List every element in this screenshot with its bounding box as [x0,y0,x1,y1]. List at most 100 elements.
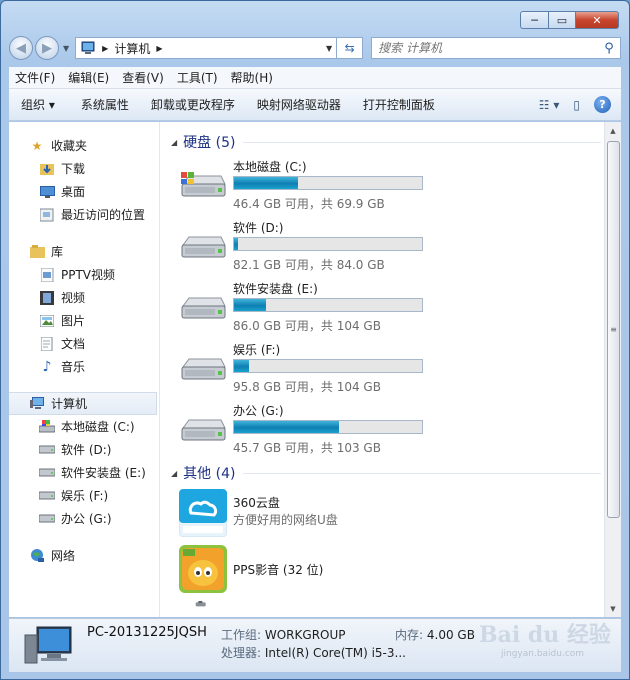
address-bar[interactable]: ▶ 计算机 ▶ ▼ [75,37,338,59]
navigation-pane: ★ 收藏夹 下载 桌面 最近访问的位置 库 PPTV视频 视频 图片 文档 ♪ … [9,122,160,617]
group-title: 硬盘 (5) [183,135,236,151]
file-list: ◢ 硬盘 (5) 本地磁盘 (C:) 46.4 GB 可用，共 69.9 GB 软件… [161,122,604,617]
menu-tools[interactable]: 工具(T) [177,69,218,86]
sidebar-item-downloads[interactable]: 下载 [9,157,159,180]
item-partial-device[interactable] [179,601,439,617]
explorer-window: ─ ▭ ✕ ◀ ▶ ▼ ▶ 计算机 ▶ ▼ ⇆ ⚲ 文件(F) 编辑(E) 查看… [0,0,630,680]
sidebar-item-drive-c[interactable]: 本地磁盘 (C:) [9,415,159,438]
collapse-arrow-icon[interactable]: ◢ [171,138,177,147]
video-icon [39,290,55,305]
sidebar-item-documents[interactable]: 文档 [9,332,159,355]
baidu-jingyan-watermark: Bai du 经验 jingyan.baidu.com [479,613,619,671]
sidebar-label: 图片 [61,314,86,328]
drive-icon [39,442,55,457]
drive-item[interactable]: 软件安装盘 (E:) 86.0 GB 可用，共 104 GB [179,280,439,333]
drive-item[interactable]: 软件 (D:) 82.1 GB 可用，共 84.0 GB [179,219,439,272]
other-group-header[interactable]: ◢ 其他 (4) [171,463,601,483]
item-name: 360云盘 [233,496,280,510]
refresh-button[interactable]: ⇆ [337,37,364,59]
sidebar-item-drive-e[interactable]: 软件安装盘 (E:) [9,461,159,484]
sidebar-label: 网络 [51,549,76,563]
sidebar-item-drive-g[interactable]: 办公 (G:) [9,507,159,530]
sidebar-item-drive-f[interactable]: 娱乐 (F:) [9,484,159,507]
address-dropdown-icon[interactable]: ▼ [326,44,332,53]
system-drive-icon [181,172,226,197]
drive-icon [39,465,55,480]
vertical-scrollbar[interactable]: ▲ ≡ ▼ [604,122,621,617]
sidebar-label: 软件安装盘 (E:) [61,466,146,480]
drive-item[interactable]: 娱乐 (F:) 95.8 GB 可用，共 104 GB [179,341,439,394]
sidebar-item-desktop[interactable]: 桌面 [9,180,159,203]
sidebar-item-pictures[interactable]: 图片 [9,309,159,332]
recent-pages-dropdown[interactable]: ▼ [63,44,69,53]
search-icon[interactable]: ⚲ [598,41,620,56]
drive-icon [181,358,226,380]
drive-usage-bar [233,176,423,190]
drive-name: 软件 (D:) [233,221,284,235]
item-name: PPS影音 (32 位) [233,563,324,577]
map-network-drive-button[interactable]: 映射网络驱动器 [257,96,341,113]
sidebar-item-pptv-video[interactable]: PPTV视频 [9,263,159,286]
menu-help[interactable]: 帮助(H) [231,69,273,86]
sidebar-libraries[interactable]: 库 [9,240,159,263]
camera-device-icon [195,601,206,607]
item-360-cloud-disk[interactable]: 360云盘 方便好用的网络U盘 [179,489,439,539]
maximize-button[interactable]: ▭ [549,11,576,29]
sidebar-label: 音乐 [61,360,86,374]
sidebar-label: 本地磁盘 (C:) [61,420,135,434]
sidebar-item-videos[interactable]: 视频 [9,286,159,309]
content-area: ★ 收藏夹 下载 桌面 最近访问的位置 库 PPTV视频 视频 图片 文档 ♪ … [9,122,621,617]
watermark-url: jingyan.baidu.com [501,649,585,659]
item-pps-player[interactable]: PPS影音 (32 位) [179,545,439,595]
sidebar-favorites[interactable]: ★ 收藏夹 [9,134,159,157]
pptv-folder-icon [39,267,55,282]
drive-name: 办公 (G:) [233,404,284,418]
drive-free-space: 82.1 GB 可用，共 84.0 GB [233,258,385,272]
hard-disks-group-header[interactable]: ◢ 硬盘 (5) [171,132,601,152]
search-input[interactable] [372,41,598,55]
menu-view[interactable]: 查看(V) [122,69,164,86]
group-title: 其他 (4) [183,466,236,482]
organize-button[interactable]: 组织 ▾ [21,96,55,113]
drive-usage-fill [234,238,238,250]
back-button[interactable]: ◀ [9,36,33,60]
drive-item[interactable]: 本地磁盘 (C:) 46.4 GB 可用，共 69.9 GB [179,158,439,211]
close-button[interactable]: ✕ [576,11,619,29]
library-icon [29,244,45,259]
breadcrumb-computer[interactable]: 计算机 [114,40,150,57]
pps-player-icon [179,545,227,593]
breadcrumb-arrow-icon[interactable]: ▶ [102,44,108,53]
navigation-row: ◀ ▶ ▼ ▶ 计算机 ▶ ▼ ⇆ ⚲ [9,35,621,61]
drive-name: 软件安装盘 (E:) [233,282,318,296]
sidebar-label: PPTV视频 [61,268,116,282]
uninstall-program-button[interactable]: 卸载或更改程序 [151,96,235,113]
collapse-arrow-icon[interactable]: ◢ [171,469,177,478]
scroll-up-icon[interactable]: ▲ [605,122,621,139]
sidebar-label: 收藏夹 [51,139,88,153]
breadcrumb-arrow-icon[interactable]: ▶ [156,44,162,53]
drive-icon [39,511,55,526]
preview-pane-icon[interactable]: ▯ [573,98,580,112]
system-properties-button[interactable]: 系统属性 [81,96,129,113]
sidebar-network[interactable]: 网络 [9,544,159,567]
drive-item[interactable]: 办公 (G:) 45.7 GB 可用，共 103 GB [179,402,439,455]
sidebar-item-drive-d[interactable]: 软件 (D:) [9,438,159,461]
forward-arrow-icon: ▶ [42,40,52,56]
sidebar-item-recent-places[interactable]: 最近访问的位置 [9,203,159,226]
sidebar-label: 库 [51,245,64,259]
menu-edit[interactable]: 编辑(E) [68,69,109,86]
help-icon[interactable]: ? [594,96,611,113]
scroll-thumb[interactable]: ≡ [607,141,620,518]
system-drive-icon [39,419,55,434]
minimize-button[interactable]: ─ [520,11,549,29]
sidebar-computer[interactable]: 计算机 [9,392,157,415]
computer-name: PC-20131225JQSH [87,625,207,640]
forward-button[interactable]: ▶ [35,36,59,60]
drive-usage-bar [233,359,423,373]
sidebar-label: 文档 [61,337,86,351]
menu-file[interactable]: 文件(F) [15,69,55,86]
view-options-icon[interactable]: ☷ ▾ [539,98,560,112]
search-box[interactable]: ⚲ [371,37,621,59]
open-control-panel-button[interactable]: 打开控制面板 [363,96,435,113]
sidebar-item-music[interactable]: ♪ 音乐 [9,355,159,378]
